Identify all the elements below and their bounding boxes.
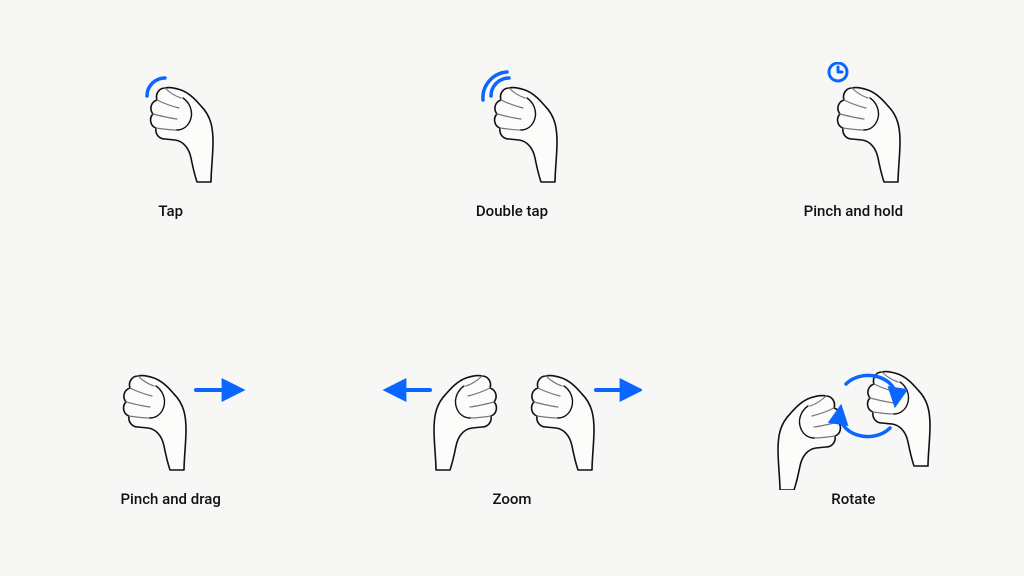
clock-icon xyxy=(829,63,847,81)
gesture-tap: Tap xyxy=(0,0,341,288)
gesture-pinch-and-hold-label: Pinch and hold xyxy=(804,202,903,220)
gesture-double-tap-illustration xyxy=(447,62,577,202)
gesture-tap-label: Tap xyxy=(158,202,183,220)
gesture-pinch-and-drag: Pinch and drag xyxy=(0,288,341,576)
gesture-rotate-label: Rotate xyxy=(831,490,875,508)
gesture-zoom: Zoom xyxy=(341,288,682,576)
gesture-pinch-and-hold-illustration xyxy=(788,62,918,202)
gesture-zoom-label: Zoom xyxy=(493,490,532,508)
gesture-double-tap-label: Double tap xyxy=(476,202,548,220)
gesture-tap-illustration xyxy=(111,62,231,202)
gesture-pinch-and-hold: Pinch and hold xyxy=(683,0,1024,288)
gesture-zoom-illustration xyxy=(382,350,642,490)
gesture-rotate: Rotate xyxy=(683,288,1024,576)
gesture-rotate-illustration xyxy=(748,350,958,490)
gesture-pinch-and-drag-label: Pinch and drag xyxy=(120,490,220,508)
gesture-pinch-and-drag-illustration xyxy=(86,350,256,490)
gesture-double-tap: Double tap xyxy=(341,0,682,288)
